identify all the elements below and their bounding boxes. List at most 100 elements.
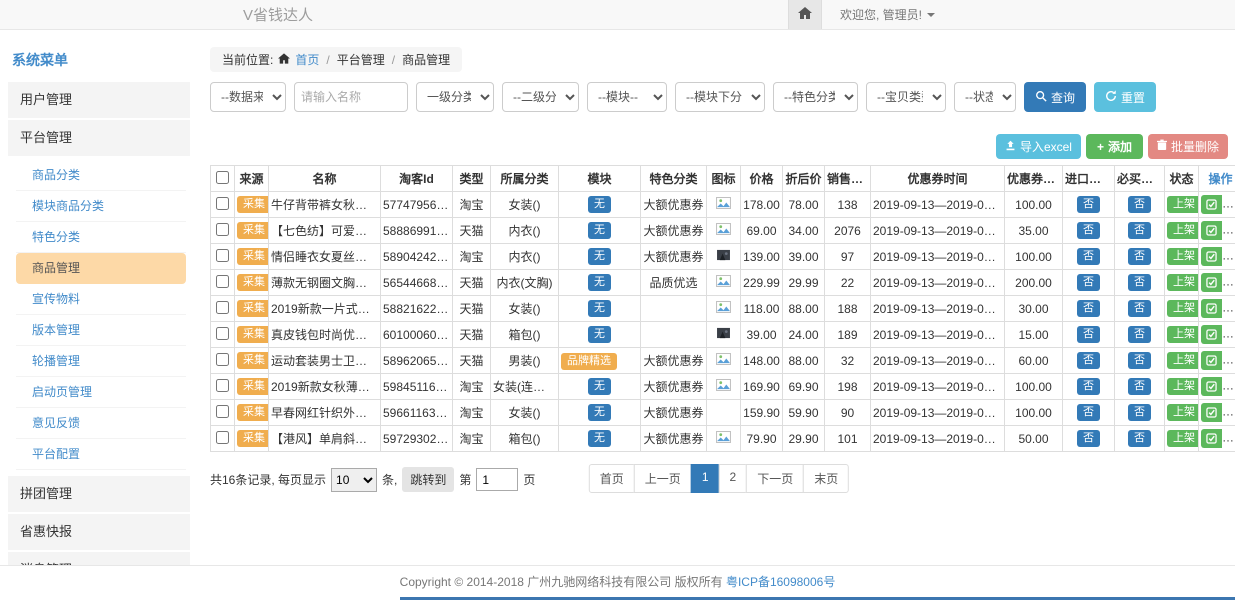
per-page-select[interactable]: 10: [331, 468, 377, 492]
status-badge[interactable]: 上架: [1167, 196, 1199, 213]
item-type-select[interactable]: --宝贝类型--: [866, 82, 946, 112]
status-badge[interactable]: 上架: [1167, 274, 1199, 291]
column-header: 图标: [707, 166, 741, 192]
sidebar-item[interactable]: 商品管理: [16, 253, 186, 284]
edit-button[interactable]: [1201, 299, 1222, 318]
status-badge[interactable]: 上架: [1167, 300, 1199, 317]
import-select-toggle[interactable]: 否: [1077, 274, 1100, 291]
jump-button[interactable]: 跳转到: [402, 467, 454, 492]
must-buy-toggle[interactable]: 否: [1128, 196, 1151, 213]
edit-button[interactable]: [1201, 377, 1222, 396]
jump-page-input[interactable]: [476, 468, 518, 491]
reset-button[interactable]: 重置: [1094, 82, 1156, 112]
add-button[interactable]: + 添加: [1086, 134, 1143, 159]
sidebar-item[interactable]: 商品分类: [16, 160, 186, 191]
feature-category-select[interactable]: --特色分类--: [773, 82, 858, 112]
must-buy-toggle[interactable]: 否: [1128, 300, 1151, 317]
must-buy-toggle[interactable]: 否: [1128, 430, 1151, 447]
select-all-checkbox[interactable]: [216, 171, 229, 184]
status-select[interactable]: --状态--: [954, 82, 1016, 112]
sidebar-item[interactable]: 启动页管理: [16, 377, 186, 408]
edit-button[interactable]: [1201, 429, 1222, 448]
must-buy-toggle[interactable]: 否: [1128, 352, 1151, 369]
edit-button[interactable]: [1201, 221, 1222, 240]
discount-price: 88.00: [788, 302, 818, 316]
status-badge[interactable]: 上架: [1167, 326, 1199, 343]
must-buy-toggle[interactable]: 否: [1128, 274, 1151, 291]
edit-button[interactable]: [1201, 325, 1222, 344]
breadcrumb-home-link[interactable]: 首页: [295, 51, 319, 68]
import-select-toggle[interactable]: 否: [1077, 300, 1100, 317]
import-excel-button[interactable]: 导入excel: [996, 134, 1081, 159]
page-button[interactable]: 1: [691, 464, 720, 493]
row-checkbox[interactable]: [216, 405, 229, 418]
import-select-toggle[interactable]: 否: [1077, 222, 1100, 239]
column-header: 操作: [1199, 166, 1235, 192]
sales-count: 22: [841, 276, 854, 290]
must-buy-toggle[interactable]: 否: [1128, 378, 1151, 395]
sidebar-item[interactable]: 意见反馈: [16, 408, 186, 439]
icp-link[interactable]: 粤ICP备16098006号: [726, 575, 835, 589]
batch-delete-button[interactable]: 批量删除: [1148, 134, 1228, 159]
edit-button[interactable]: [1201, 273, 1222, 292]
row-checkbox[interactable]: [216, 197, 229, 210]
status-badge[interactable]: 上架: [1167, 430, 1199, 447]
import-select-toggle[interactable]: 否: [1077, 248, 1100, 265]
page-button[interactable]: 首页: [589, 464, 635, 493]
status-badge[interactable]: 上架: [1167, 222, 1199, 239]
row-checkbox[interactable]: [216, 431, 229, 444]
row-checkbox[interactable]: [216, 249, 229, 262]
status-badge[interactable]: 上架: [1167, 404, 1199, 421]
home-button[interactable]: [788, 0, 822, 29]
edit-button[interactable]: [1201, 195, 1222, 214]
level1-category-select[interactable]: 一级分类: [416, 82, 494, 112]
row-checkbox[interactable]: [216, 353, 229, 366]
edit-button[interactable]: [1201, 403, 1222, 422]
sidebar-item[interactable]: 版本管理: [16, 315, 186, 346]
import-select-toggle[interactable]: 否: [1077, 378, 1100, 395]
sidebar-item[interactable]: 模块商品分类: [16, 191, 186, 222]
table-body: 采集牛仔背带裤女秋装减龄...577479560965淘宝女装()无大额优惠券1…: [211, 192, 1235, 452]
row-checkbox[interactable]: [216, 379, 229, 392]
sidebar-group[interactable]: 消息管理: [8, 552, 190, 565]
module-select[interactable]: --模块--: [587, 82, 667, 112]
import-select-toggle[interactable]: 否: [1077, 404, 1100, 421]
sidebar-group[interactable]: 平台管理: [8, 120, 190, 156]
page-button[interactable]: 末页: [803, 464, 849, 493]
row-checkbox[interactable]: [216, 275, 229, 288]
status-badge[interactable]: 上架: [1167, 248, 1199, 265]
level2-category-select[interactable]: --二级分类--: [502, 82, 579, 112]
user-menu[interactable]: 欢迎您, 管理员!: [840, 6, 935, 23]
edit-button[interactable]: [1201, 351, 1222, 370]
import-select-toggle[interactable]: 否: [1077, 326, 1100, 343]
sidebar-group[interactable]: 拼团管理: [8, 476, 190, 512]
topbar-right: 欢迎您, 管理员!: [788, 0, 935, 29]
row-checkbox[interactable]: [216, 223, 229, 236]
page-button[interactable]: 下一页: [746, 464, 804, 493]
status-badge[interactable]: 上架: [1167, 352, 1199, 369]
import-select-toggle[interactable]: 否: [1077, 352, 1100, 369]
import-select-toggle[interactable]: 否: [1077, 196, 1100, 213]
sidebar-item[interactable]: 宣传物料: [16, 284, 186, 315]
page-button[interactable]: 2: [719, 464, 748, 493]
import-select-toggle[interactable]: 否: [1077, 430, 1100, 447]
must-buy-toggle[interactable]: 否: [1128, 222, 1151, 239]
row-checkbox[interactable]: [216, 301, 229, 314]
pagination-summary: 共16条记录, 每页显示 10 条, 跳转到 第 页: [210, 467, 535, 492]
edit-button[interactable]: [1201, 247, 1222, 266]
row-checkbox[interactable]: [216, 327, 229, 340]
page-button[interactable]: 上一页: [634, 464, 692, 493]
status-badge[interactable]: 上架: [1167, 378, 1199, 395]
sidebar-group[interactable]: 省惠快报: [8, 514, 190, 550]
name-search-input[interactable]: [294, 82, 408, 112]
sidebar-group[interactable]: 用户管理: [8, 82, 190, 118]
module-subcategory-select[interactable]: --模块下分类--: [675, 82, 765, 112]
must-buy-toggle[interactable]: 否: [1128, 326, 1151, 343]
must-buy-toggle[interactable]: 否: [1128, 248, 1151, 265]
search-button[interactable]: 查询: [1024, 82, 1086, 112]
must-buy-toggle[interactable]: 否: [1128, 404, 1151, 421]
sidebar-item[interactable]: 平台配置: [16, 439, 186, 470]
data-source-select[interactable]: --数据来源--: [210, 82, 286, 112]
sidebar-item[interactable]: 特色分类: [16, 222, 186, 253]
sidebar-item[interactable]: 轮播管理: [16, 346, 186, 377]
